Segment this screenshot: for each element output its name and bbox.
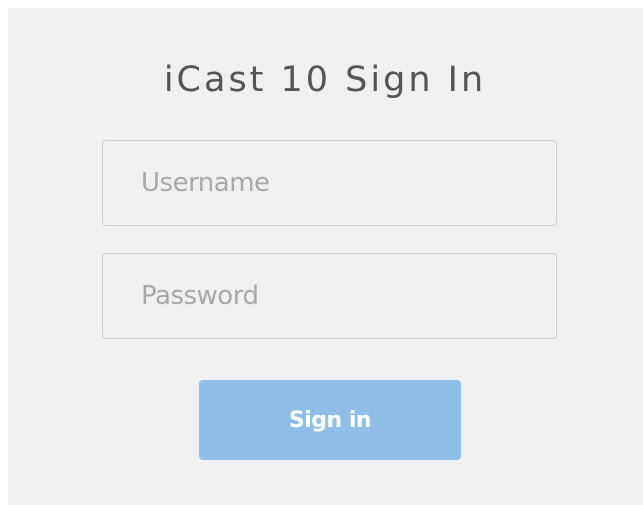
- password-input[interactable]: [102, 253, 557, 339]
- login-panel: iCast 10 Sign In Sign in: [8, 8, 643, 505]
- login-title: iCast 10 Sign In: [163, 60, 487, 100]
- sign-in-button[interactable]: Sign in: [199, 380, 461, 460]
- username-input[interactable]: [102, 140, 557, 226]
